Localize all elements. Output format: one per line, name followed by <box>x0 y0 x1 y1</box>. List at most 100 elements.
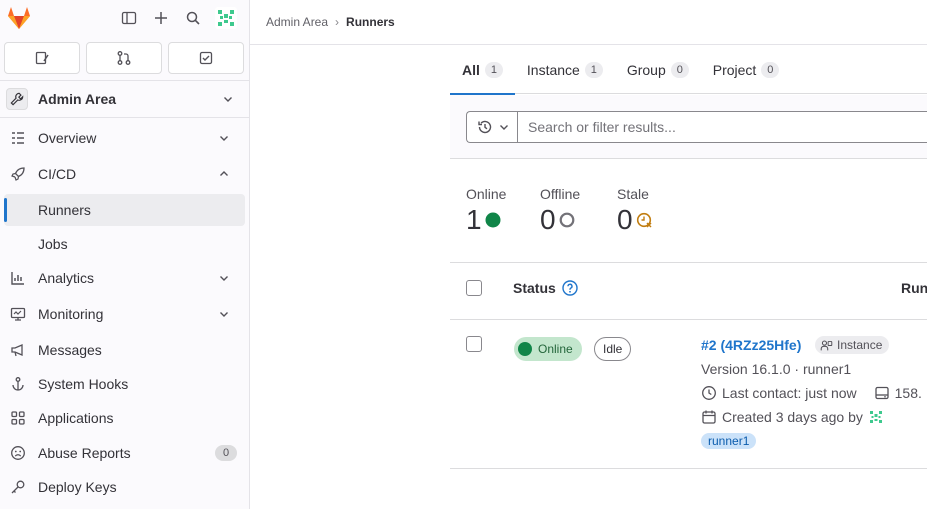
status-header-label: Status <box>513 280 556 296</box>
applications-icon <box>10 410 26 426</box>
abuse-reports-count: 0 <box>215 445 237 461</box>
ip-address-icon <box>874 386 889 400</box>
tab-label: All <box>462 61 480 78</box>
runner-column-header: Runner <box>901 280 927 296</box>
sidebar-item-abuse-reports[interactable]: Abuse Reports 0 <box>4 437 245 469</box>
last-contact-text: Last contact: just now <box>722 385 857 401</box>
chevron-down-icon <box>499 125 508 130</box>
sidebar-item-cicd[interactable]: CI/CD <box>4 158 245 190</box>
users-icon <box>820 340 833 350</box>
sidebar-toggle-icon[interactable] <box>119 8 139 28</box>
tab-all[interactable]: All 1 <box>450 46 515 95</box>
status-badge-label: Online <box>538 342 573 356</box>
sidebar-item-applications[interactable]: Applications <box>4 402 245 434</box>
help-icon[interactable] <box>562 280 578 296</box>
sidebar-item-label: Deploy Keys <box>38 479 117 495</box>
sidebar-item-system-hooks[interactable]: System Hooks <box>4 368 245 400</box>
sidebar-item-runners[interactable]: Runners <box>4 194 245 226</box>
history-icon <box>477 120 491 134</box>
bullhorn-icon <box>10 342 26 358</box>
sidebar-item-label: Overview <box>38 130 97 146</box>
tab-label: Group <box>626 61 666 78</box>
runner-version: Version 16.1.0 · runner1 <box>701 361 851 377</box>
status-online-icon <box>518 342 532 356</box>
runners-table-header: Status Runner <box>450 262 927 320</box>
sidebar-item-label: System Hooks <box>38 376 129 392</box>
breadcrumb: Admin Area › Runners <box>266 0 395 44</box>
sidebar-item-analytics[interactable]: Analytics <box>4 262 245 294</box>
gitlab-logo-icon[interactable] <box>6 5 32 31</box>
runner-last-contact: Last contact: just now 158. <box>701 385 922 401</box>
sidebar-item-deploy-keys[interactable]: Deploy Keys <box>4 471 245 503</box>
context-switcher[interactable]: Admin Area <box>0 80 249 118</box>
sidebar-item-label: Analytics <box>38 270 95 286</box>
runner-tag[interactable]: runner1 <box>701 433 757 449</box>
sidebar-item-overview[interactable]: Overview <box>4 122 245 154</box>
tab-project[interactable]: Project 0 <box>701 46 792 94</box>
merge-requests-button[interactable] <box>86 42 162 74</box>
issues-button[interactable] <box>4 42 80 74</box>
runner-header-label: Runner <box>901 280 927 296</box>
breadcrumb-runners[interactable]: Runners <box>346 15 395 29</box>
stat-value: 0 <box>540 204 580 236</box>
main-content: Admin Area › Runners All 1 Instance 1 Gr… <box>250 0 927 509</box>
tab-instance[interactable]: Instance 1 <box>515 46 615 94</box>
chevron-down-icon <box>220 276 228 281</box>
tab-count: 0 <box>761 61 780 78</box>
stat-value: 0 <box>617 204 653 236</box>
user-avatar[interactable] <box>215 7 237 29</box>
plus-icon[interactable] <box>151 8 171 28</box>
stat-number: 0 <box>617 204 633 235</box>
todo-icon <box>199 51 213 65</box>
sidebar-item-jobs[interactable]: Jobs <box>4 228 245 260</box>
tab-count: 1 <box>584 61 603 78</box>
state-badge-label: Idle <box>603 342 623 356</box>
search-icon[interactable] <box>183 8 203 28</box>
state-badge-idle: Idle <box>594 337 632 361</box>
sidebar-item-label: Runners <box>38 202 91 218</box>
quick-actions <box>4 42 244 74</box>
breadcrumb-separator: › <box>335 15 340 29</box>
search-input[interactable] <box>517 111 927 143</box>
creator-avatar[interactable] <box>868 409 884 425</box>
runner-name-link[interactable]: #2 (4RZz25Hfe) <box>701 337 801 353</box>
row-checkbox[interactable] <box>466 336 482 352</box>
status-online-icon <box>485 212 501 228</box>
runner-type-badge: Instance <box>815 336 890 354</box>
sidebar-item-label: Monitoring <box>38 306 104 322</box>
clock-icon <box>702 386 716 400</box>
sidebar-item-label: Abuse Reports <box>38 445 131 461</box>
recent-searches-button[interactable] <box>466 111 518 143</box>
sidebar-item-label: Jobs <box>38 236 68 252</box>
stat-number: 0 <box>540 204 556 235</box>
sad-face-icon <box>10 445 26 461</box>
stat-label: Offline <box>540 186 581 202</box>
sidebar-item-label: Messages <box>38 342 102 358</box>
breadcrumb-admin-area[interactable]: Admin Area <box>266 15 328 29</box>
sidebar: Admin Area Overview CI/CD Runners Jobs A… <box>0 0 250 509</box>
anchor-icon <box>10 376 26 392</box>
chevron-down-icon <box>220 136 228 141</box>
key-icon <box>10 479 26 495</box>
runner-created: Created 3 days ago by <box>701 409 884 425</box>
tab-count: 1 <box>484 61 503 78</box>
calendar-icon <box>702 410 716 424</box>
status-stale-icon <box>636 212 652 228</box>
tab-label: Project <box>712 61 757 78</box>
overview-icon <box>10 130 26 146</box>
tab-group[interactable]: Group 0 <box>615 46 701 94</box>
stat-value: 1 <box>466 204 506 236</box>
select-all-checkbox[interactable] <box>466 280 482 296</box>
issues-icon <box>35 51 49 65</box>
runner-version-text: Version 16.1.0 · runner1 <box>701 361 852 377</box>
status-column-header: Status <box>513 280 578 296</box>
chevron-up-icon <box>220 171 228 176</box>
sidebar-item-label: Applications <box>38 410 114 426</box>
todos-button[interactable] <box>168 42 244 74</box>
sidebar-item-monitoring[interactable]: Monitoring <box>4 298 245 330</box>
stat-offline: Offline 0 <box>540 186 580 236</box>
stat-label: Stale <box>617 186 649 202</box>
created-text: Created 3 days ago by <box>722 409 863 425</box>
tab-count: 0 <box>670 61 689 78</box>
sidebar-item-messages[interactable]: Messages <box>4 334 245 366</box>
